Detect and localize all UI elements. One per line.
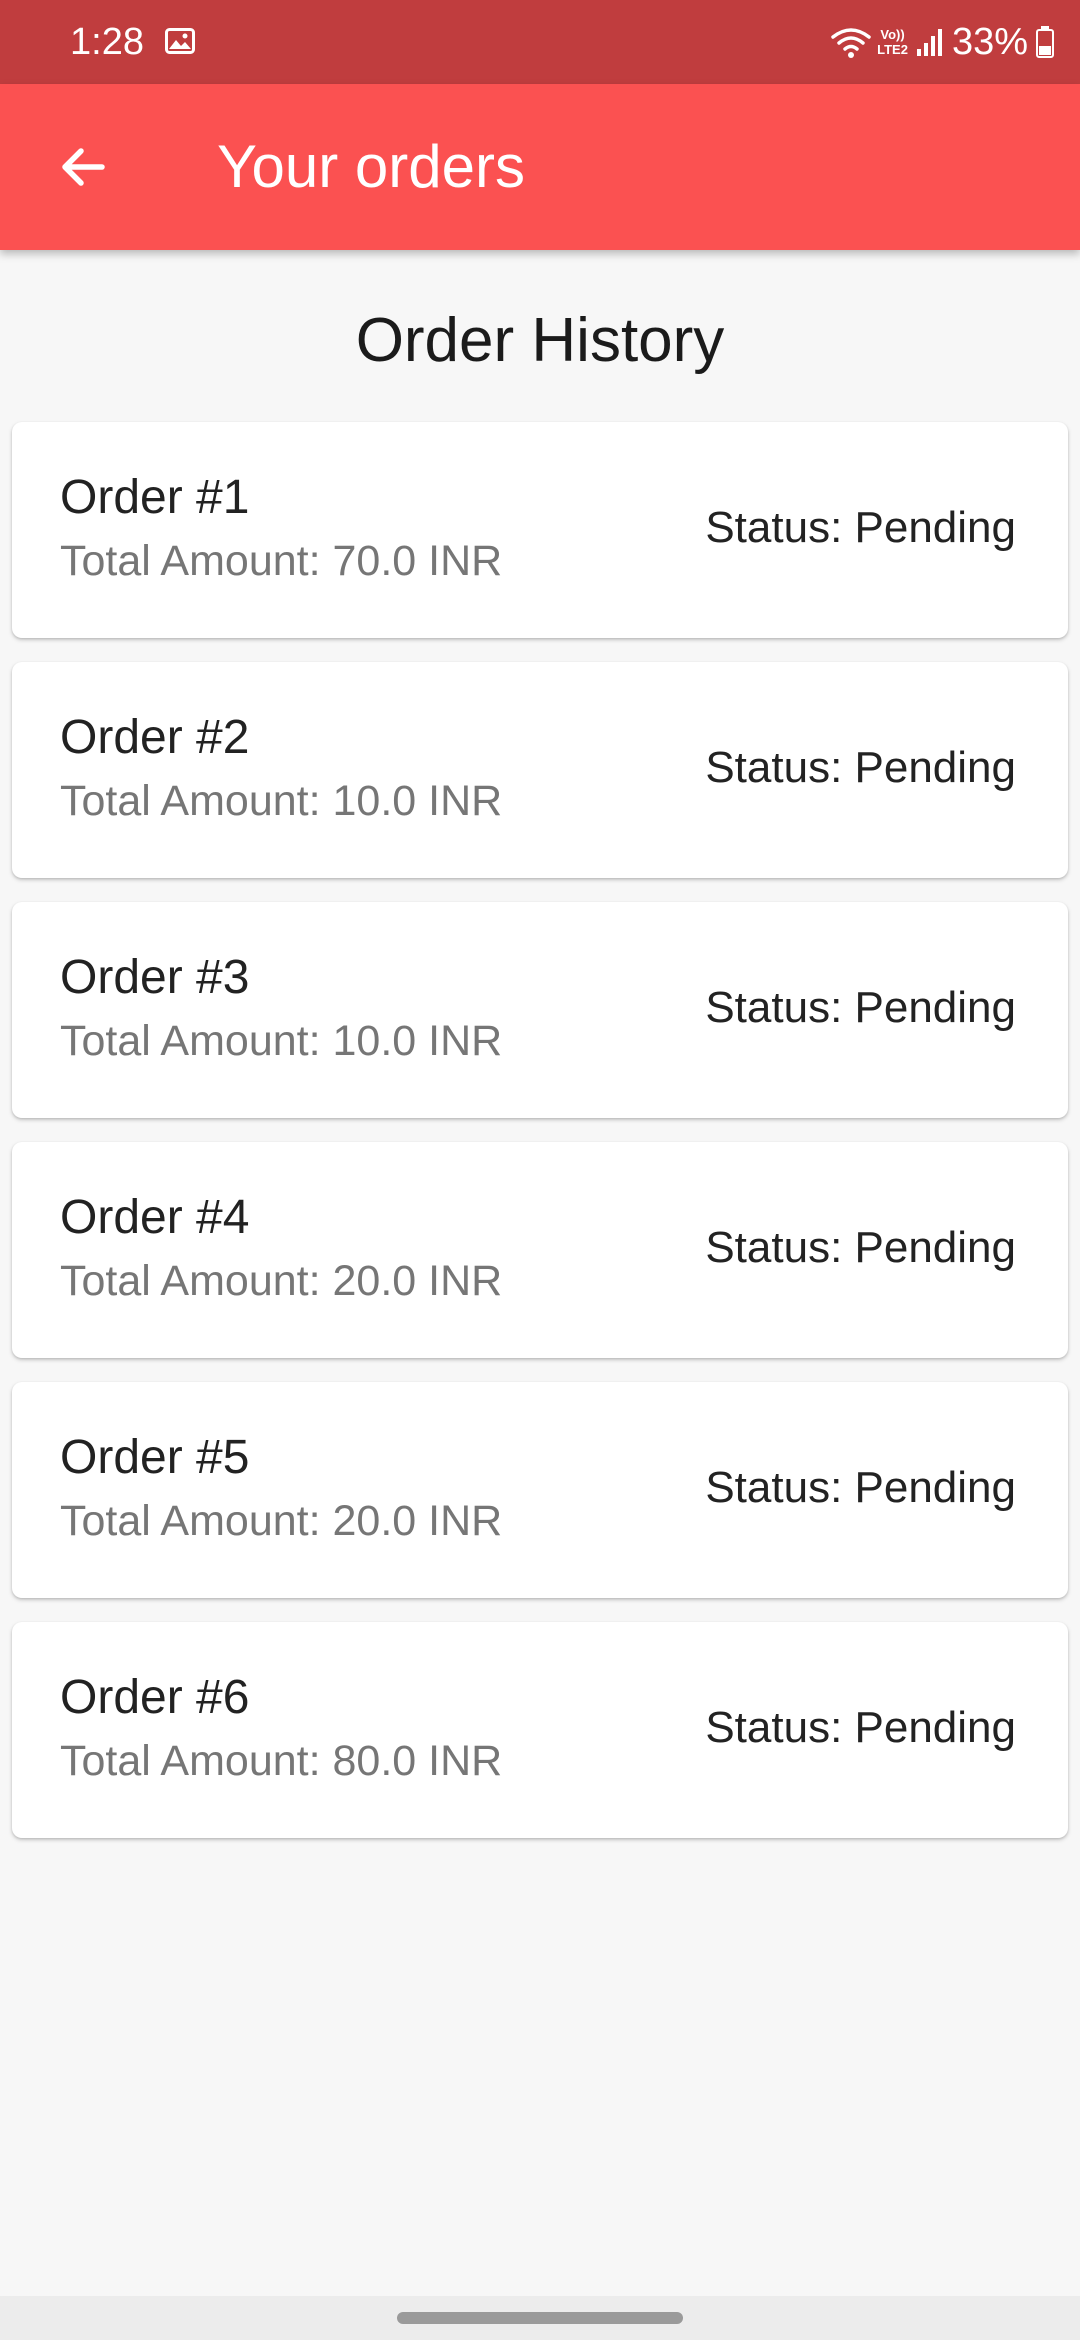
order-card[interactable]: Order #1 Total Amount: 70.0 INR Status: … — [12, 422, 1068, 638]
order-title: Order #5 — [60, 1431, 250, 1484]
lte-label: LTE2 — [877, 42, 908, 57]
order-card[interactable]: Order #2 Total Amount: 10.0 INR Status: … — [12, 662, 1068, 878]
orders-list: Order #1 Total Amount: 70.0 INR Status: … — [12, 422, 1068, 1862]
page-heading: Order History — [355, 306, 725, 375]
order-card[interactable]: Order #6 Total Amount: 80.0 INR Status: … — [12, 1622, 1068, 1838]
gallery-icon — [165, 28, 195, 54]
order-card[interactable]: Order #4 Total Amount: 20.0 INR Status: … — [12, 1142, 1068, 1358]
order-title: Order #6 — [60, 1671, 250, 1724]
order-title: Order #2 — [60, 711, 250, 764]
order-status: Status: Pending — [705, 1703, 1016, 1752]
order-status: Status: Pending — [705, 1223, 1016, 1272]
lte-badge: Vo)) LTE2 — [877, 27, 908, 57]
order-card[interactable]: Order #5 Total Amount: 20.0 INR Status: … — [12, 1382, 1068, 1598]
app-title: Your orders — [217, 133, 525, 200]
order-title: Order #1 — [60, 471, 250, 524]
arrow-back-icon — [62, 148, 105, 186]
battery-percentage: 33% — [951, 21, 1028, 63]
battery-icon — [1036, 26, 1054, 58]
app-bar: Your orders — [0, 84, 1080, 250]
order-status: Status: Pending — [705, 1463, 1016, 1512]
order-status: Status: Pending — [705, 983, 1016, 1032]
order-status: Status: Pending — [705, 503, 1016, 552]
order-amount: Total Amount: 80.0 INR — [60, 1737, 503, 1785]
order-title: Order #4 — [60, 1191, 250, 1244]
navigation-bar — [0, 2296, 1080, 2340]
volte-label: Vo)) — [880, 27, 905, 42]
order-amount: Total Amount: 20.0 INR — [60, 1497, 503, 1545]
back-button[interactable] — [40, 127, 126, 207]
wifi-icon — [831, 28, 871, 58]
order-title: Order #3 — [60, 951, 250, 1004]
status-time: 1:28 — [70, 21, 144, 63]
order-status: Status: Pending — [705, 743, 1016, 792]
order-amount: Total Amount: 70.0 INR — [60, 537, 503, 585]
order-amount: Total Amount: 10.0 INR — [60, 777, 503, 825]
status-indicators: Vo)) LTE2 33% — [831, 18, 1054, 66]
order-amount: Total Amount: 10.0 INR — [60, 1017, 503, 1065]
order-amount: Total Amount: 20.0 INR — [60, 1257, 503, 1305]
home-indicator[interactable] — [397, 2312, 683, 2324]
status-bar: 1:28 Vo)) LTE2 33% — [0, 0, 1080, 84]
signal-icon — [916, 29, 942, 56]
order-card[interactable]: Order #3 Total Amount: 10.0 INR Status: … — [12, 902, 1068, 1118]
